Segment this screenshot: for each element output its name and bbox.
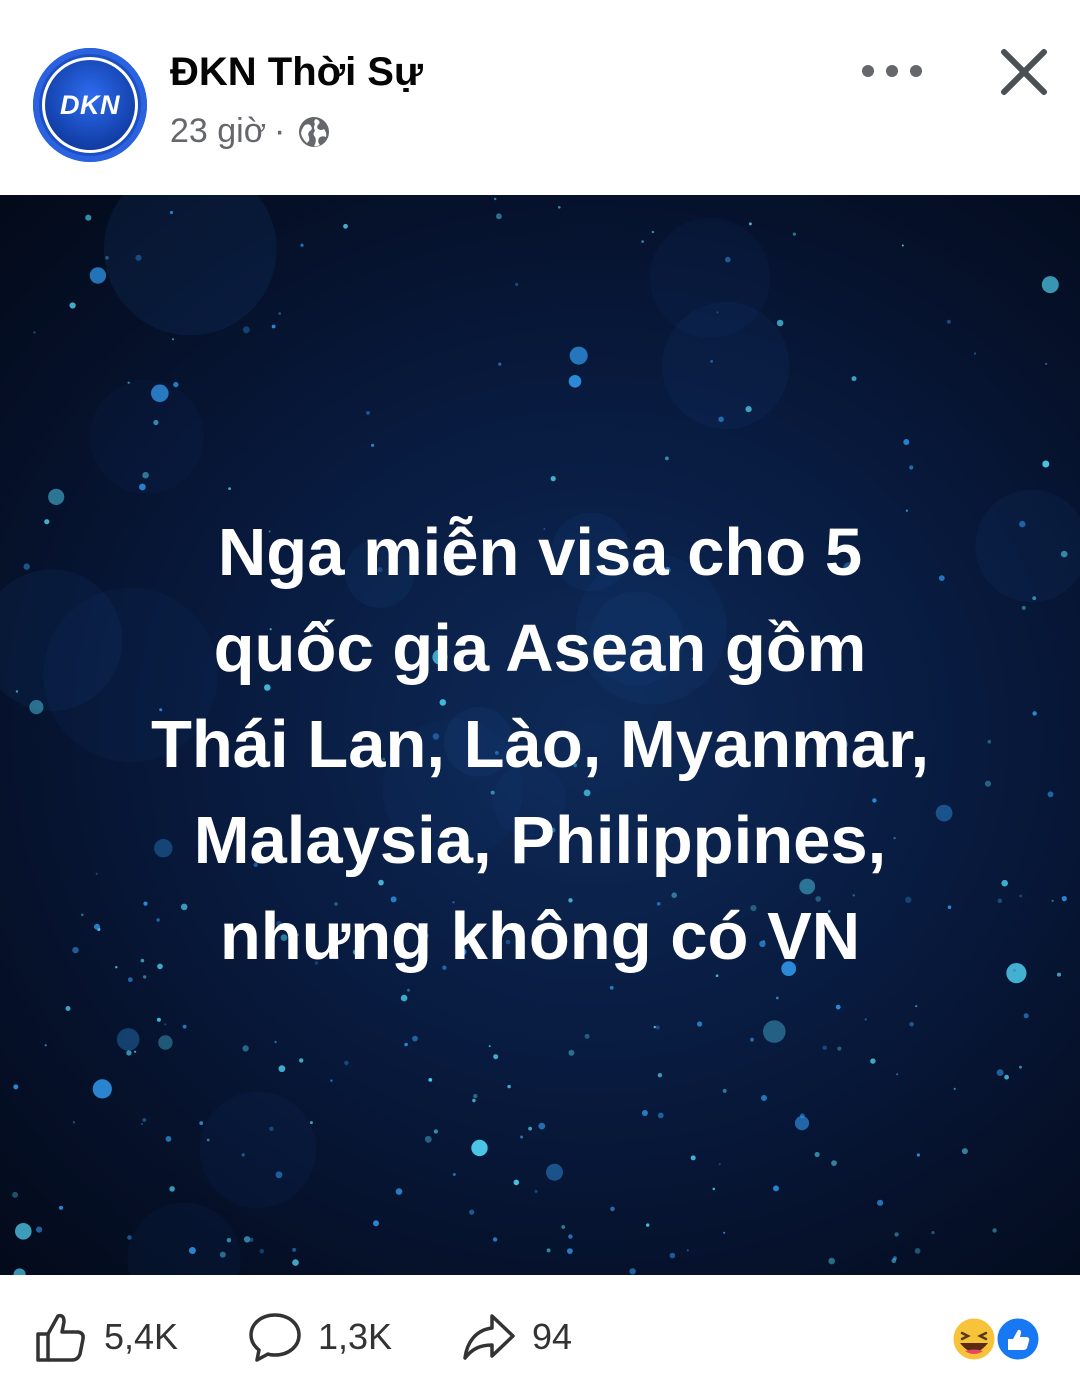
share-count: 94 — [532, 1316, 573, 1357]
reactions-summary[interactable] — [948, 1315, 1044, 1363]
like-reaction-icon — [994, 1315, 1042, 1363]
page-avatar[interactable]: DKN — [33, 48, 147, 162]
meta-separator: · — [274, 112, 286, 150]
image-headline: Nga miễn visa cho 5 quốc gia Asean gồm T… — [150, 515, 930, 974]
comment-bubble-icon — [249, 1313, 301, 1362]
post-header: DKN ĐKN Thời Sự 23 giờ · — [0, 0, 1080, 195]
more-dots-icon — [862, 65, 874, 77]
share-arrow-icon — [463, 1314, 515, 1360]
close-icon[interactable] — [996, 44, 1052, 100]
more-options-button[interactable] — [862, 58, 922, 84]
page-name[interactable]: ĐKN Thời Sự — [170, 50, 423, 95]
share-button[interactable]: 94 — [462, 1311, 572, 1363]
globe-icon — [299, 116, 330, 147]
avatar-logo-text: DKN — [60, 90, 120, 120]
post-time[interactable]: 23 giờ — [170, 112, 266, 151]
comment-count: 1,3K — [318, 1316, 393, 1357]
post-footer: 5,4K 1,3K 94 — [0, 1275, 1080, 1391]
laughing-emoji-icon — [950, 1315, 998, 1363]
comment-button[interactable]: 1,3K — [248, 1311, 392, 1363]
like-count: 5,4K — [104, 1316, 179, 1357]
like-button[interactable]: 5,4K — [34, 1311, 178, 1363]
post-image[interactable]: Nga miễn visa cho 5 quốc gia Asean gồm T… — [0, 195, 1080, 1275]
post-meta: 23 giờ · — [170, 112, 331, 151]
thumbs-up-icon — [36, 1313, 85, 1362]
